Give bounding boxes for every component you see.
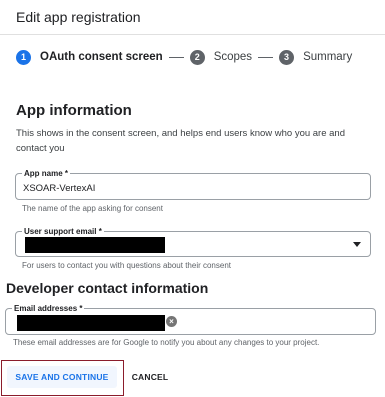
cancel-button[interactable]: CANCEL — [127, 366, 173, 388]
step-connector — [168, 56, 184, 58]
header-divider — [0, 34, 385, 35]
clear-chip-icon[interactable]: × — [166, 316, 177, 327]
step-3-indicator[interactable]: 3 — [279, 49, 295, 65]
step-2-indicator[interactable]: 2 — [189, 49, 205, 65]
app-name-field[interactable]: App name * XSOAR-VertexAI — [15, 169, 371, 200]
app-name-label: App name * — [22, 169, 71, 178]
step-2-label[interactable]: Scopes — [214, 51, 252, 63]
chevron-down-icon[interactable] — [353, 242, 361, 247]
app-information-description: This shows in the consent screen, and he… — [16, 128, 345, 154]
email-addresses-helper-text: These email addresses are for Google to … — [13, 338, 320, 347]
step-connector — [258, 56, 274, 58]
user-support-email-select[interactable]: User support email * — [15, 227, 371, 257]
save-and-continue-button[interactable]: SAVE AND CONTINUE — [7, 366, 117, 388]
stepper: 1 OAuth consent screen 2 Scopes 3 Summar… — [16, 48, 352, 66]
app-information-heading: App information — [16, 102, 132, 119]
email-addresses-label: Email addresses * — [12, 304, 85, 313]
step-1-indicator[interactable]: 1 — [16, 49, 31, 65]
redacted-email-chip — [17, 315, 165, 331]
email-addresses-field[interactable]: Email addresses * × — [5, 304, 376, 335]
app-name-input[interactable]: XSOAR-VertexAI — [23, 183, 95, 194]
user-support-email-label: User support email * — [22, 227, 104, 236]
app-name-helper-text: The name of the app asking for consent — [22, 204, 163, 213]
redacted-email-value — [25, 237, 165, 253]
step-1-label[interactable]: OAuth consent screen — [40, 51, 163, 63]
page-title: Edit app registration — [16, 9, 141, 25]
developer-contact-heading: Developer contact information — [6, 280, 209, 296]
user-support-email-helper-text: For users to contact you with questions … — [22, 261, 232, 270]
step-3-label[interactable]: Summary — [303, 51, 352, 63]
